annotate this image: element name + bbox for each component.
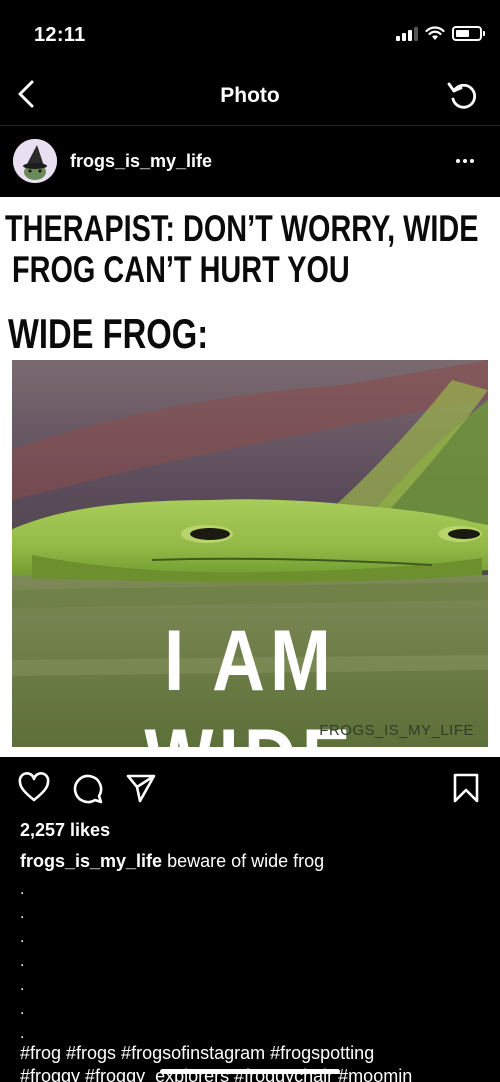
post-caption: frogs_is_my_life beware of wide frog: [20, 851, 490, 872]
status-icons: [396, 26, 485, 41]
meme-text-line-2: FROG CAN’T HURT YOU: [12, 249, 350, 290]
caption-dot-lines: . . . . . . .: [20, 878, 24, 1046]
share-button[interactable]: [125, 772, 157, 804]
battery-icon: [452, 26, 485, 41]
save-button[interactable]: [450, 772, 482, 804]
post-actions: [0, 766, 500, 814]
post-header: frogs_is_my_life: [0, 127, 500, 197]
caption-text: beware of wide frog: [167, 851, 325, 871]
comment-icon: [73, 774, 103, 804]
avatar[interactable]: [13, 139, 57, 183]
dot-line: .: [20, 905, 25, 922]
caption-username[interactable]: frogs_is_my_life: [20, 851, 162, 871]
post-image[interactable]: THERAPIST: DON’T WORRY, WIDE FROG CAN’T …: [0, 197, 500, 757]
top-nav-bar: Photo: [0, 62, 500, 126]
send-icon: [126, 774, 156, 803]
dot-line: .: [20, 1001, 25, 1018]
post-username[interactable]: frogs_is_my_life: [70, 151, 212, 172]
refresh-icon: [447, 82, 477, 109]
more-options-button[interactable]: [456, 149, 480, 173]
more-horizontal-icon: [456, 159, 460, 163]
like-button[interactable]: [18, 772, 50, 804]
watermark: FROGS_IS_MY_LIFE: [319, 722, 474, 739]
wifi-icon: [425, 26, 445, 40]
dot-line: .: [20, 953, 25, 970]
witch-frog-avatar-icon: [13, 139, 57, 183]
hashtags: #frog #frogs #frogsofinstagram #frogspot…: [20, 1042, 490, 1082]
status-bar: 12:11: [0, 0, 500, 62]
meme-text-line-1: THERAPIST: DON’T WORRY, WIDE: [5, 208, 479, 249]
likes-count[interactable]: 2,257 likes: [20, 820, 110, 841]
home-indicator[interactable]: [160, 1069, 340, 1074]
dot-line: .: [20, 929, 25, 946]
meme-text-line-3: WIDE FROG:: [8, 310, 209, 357]
status-time: 12:11: [34, 24, 86, 46]
dot-line: .: [20, 977, 25, 994]
dot-line: .: [20, 881, 25, 898]
page-title: Photo: [220, 84, 280, 107]
frog-photo: I AM WIDE FROGS_IS_MY_LIFE: [12, 360, 488, 747]
heart-icon: [18, 772, 50, 802]
bookmark-icon: [453, 773, 479, 803]
hashtags-line-1[interactable]: #frog #frogs #frogsofinstagram #frogspot…: [20, 1042, 490, 1065]
refresh-button[interactable]: [446, 78, 480, 112]
cellular-signal-icon: [396, 26, 418, 41]
comment-button[interactable]: [72, 772, 104, 804]
